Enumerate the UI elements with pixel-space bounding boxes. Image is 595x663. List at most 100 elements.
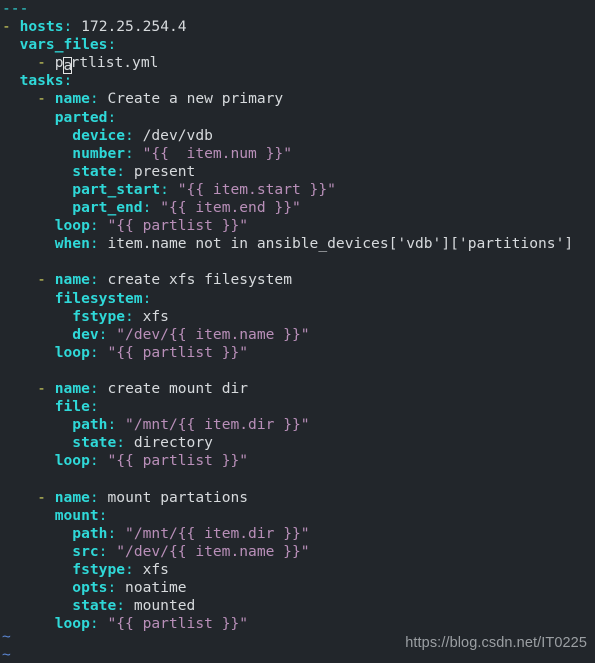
code-line[interactable]: - hosts: 172.25.254.4 xyxy=(0,18,595,36)
yaml-key: state xyxy=(72,434,117,452)
yaml-key: part_start xyxy=(72,180,161,198)
code-line[interactable]: state: mounted xyxy=(0,597,595,615)
yaml-colon: : xyxy=(98,325,108,343)
yaml-list-dash: - xyxy=(37,379,46,397)
yaml-key: loop xyxy=(54,343,90,361)
code-line[interactable]: fstype: xfs xyxy=(0,561,595,579)
yaml-key: name xyxy=(54,90,90,108)
code-line[interactable]: loop: "{{ partlist }}" xyxy=(0,615,595,633)
yaml-colon: : xyxy=(98,506,108,524)
yaml-key: when xyxy=(54,235,90,253)
yaml-key: hosts xyxy=(19,18,64,36)
code-line[interactable]: mount: xyxy=(0,507,595,525)
yaml-colon: : xyxy=(98,542,108,560)
yaml-colon: : xyxy=(89,379,99,397)
code-line[interactable]: loop: "{{ partlist }}" xyxy=(0,217,595,235)
code-line[interactable] xyxy=(0,253,595,271)
yaml-key: loop xyxy=(54,452,90,470)
code-line[interactable]: - name: create mount dir xyxy=(0,380,595,398)
yaml-string-value: "{{ item.start }}" xyxy=(177,180,336,198)
code-line[interactable]: state: present xyxy=(0,163,595,181)
yaml-colon: : xyxy=(107,416,117,434)
yaml-scalar-value-rest: rtlist.yml xyxy=(70,54,159,72)
code-line[interactable]: when: item.name not in ansible_devices['… xyxy=(0,235,595,253)
code-line[interactable]: - name: create xfs filesystem xyxy=(0,271,595,289)
yaml-colon: : xyxy=(63,72,73,90)
yaml-colon: : xyxy=(125,307,134,325)
yaml-scalar-value: noatime xyxy=(125,579,187,596)
yaml-key: file xyxy=(54,398,90,416)
code-line[interactable]: state: directory xyxy=(0,434,595,452)
yaml-string-value: "{{ partlist }}" xyxy=(107,615,249,633)
code-line[interactable]: - name: Create a new primary xyxy=(0,90,595,108)
yaml-colon: : xyxy=(125,560,134,578)
yaml-colon: : xyxy=(89,615,99,633)
yaml-key: path xyxy=(72,524,108,542)
yaml-string-value: "{{ partlist }}" xyxy=(107,343,249,361)
code-line[interactable] xyxy=(0,470,595,488)
yaml-colon: : xyxy=(116,597,126,615)
code-line[interactable]: src: "/dev/{{ item.name }}" xyxy=(0,543,595,561)
yaml-colon: : xyxy=(116,162,126,180)
yaml-key: opts xyxy=(72,579,108,596)
yaml-scalar-value: 172.25.254.4 xyxy=(81,18,187,36)
yaml-colon: : xyxy=(89,217,99,235)
code-line[interactable]: part_start: "{{ item.start }}" xyxy=(0,181,595,199)
yaml-scalar-value: item.name not in ansible_devices['vdb'][… xyxy=(107,235,574,253)
yaml-key: state xyxy=(72,162,117,180)
yaml-scalar-value: mounted xyxy=(133,597,196,615)
yaml-string-value: "/mnt/{{ item.dir }}" xyxy=(125,524,310,542)
yaml-colon: : xyxy=(107,108,117,126)
code-line[interactable]: --- xyxy=(0,0,595,18)
tilde-marker: ~ xyxy=(2,646,11,663)
yaml-colon: : xyxy=(160,180,169,198)
code-buffer[interactable]: --- - hosts: 172.25.254.4 vars_files: - p… xyxy=(0,0,595,633)
yaml-scalar-value: xfs xyxy=(142,560,169,578)
yaml-colon: : xyxy=(89,398,99,416)
yaml-colon: : xyxy=(107,36,117,54)
code-line[interactable]: loop: "{{ partlist }}" xyxy=(0,452,595,470)
code-line[interactable]: filesystem: xyxy=(0,290,595,308)
code-line[interactable]: device: /dev/vdb xyxy=(0,127,595,145)
vim-editor-window[interactable]: --- - hosts: 172.25.254.4 vars_files: - p… xyxy=(0,0,595,663)
yaml-scalar-value: create xfs filesystem xyxy=(107,271,293,289)
yaml-key: parted xyxy=(54,108,108,126)
code-line[interactable]: - name: mount partations xyxy=(0,489,595,507)
code-line[interactable]: path: "/mnt/{{ item.dir }}" xyxy=(0,416,595,434)
code-line[interactable]: fstype: xfs xyxy=(0,308,595,326)
code-line[interactable]: tasks: xyxy=(0,72,595,90)
yaml-colon: : xyxy=(89,271,99,289)
yaml-key: name xyxy=(54,271,90,289)
yaml-key: tasks xyxy=(19,72,64,90)
yaml-scalar-value: present xyxy=(133,162,196,180)
code-line[interactable]: - partlist.yml xyxy=(0,54,595,75)
code-line[interactable]: path: "/mnt/{{ item.dir }}" xyxy=(0,525,595,543)
code-line[interactable]: loop: "{{ partlist }}" xyxy=(0,344,595,362)
yaml-key: name xyxy=(54,379,90,397)
yaml-string-value: "/mnt/{{ item.dir }}" xyxy=(125,416,310,434)
yaml-key: fstype xyxy=(72,560,126,578)
yaml-key: src xyxy=(72,542,99,560)
yaml-scalar-value: directory xyxy=(133,434,213,452)
yaml-scalar-value: create mount dir xyxy=(107,379,249,397)
yaml-string-value: "/dev/{{ item.name }}" xyxy=(116,542,310,560)
yaml-key: dev xyxy=(72,325,99,343)
code-line[interactable]: number: "{{ item.num }}" xyxy=(0,145,595,163)
yaml-scalar-value: Create a new primary xyxy=(107,90,284,108)
yaml-scalar-value: xfs xyxy=(142,307,169,325)
yaml-colon: : xyxy=(89,90,99,108)
yaml-string-value: "{{ partlist }}" xyxy=(107,452,249,470)
code-line[interactable]: dev: "/dev/{{ item.name }}" xyxy=(0,326,595,344)
code-line[interactable] xyxy=(0,362,595,380)
yaml-colon: : xyxy=(125,126,134,144)
code-line[interactable]: vars_files: xyxy=(0,36,595,54)
code-line[interactable]: opts: noatime xyxy=(0,579,595,597)
yaml-colon: : xyxy=(63,18,73,36)
code-line[interactable]: file: xyxy=(0,398,595,416)
yaml-key: path xyxy=(72,416,108,434)
yaml-key: number xyxy=(72,144,126,162)
code-line[interactable]: part_end: "{{ item.end }}" xyxy=(0,199,595,217)
code-line[interactable]: parted: xyxy=(0,109,595,127)
yaml-key: loop xyxy=(54,615,90,633)
yaml-colon: : xyxy=(142,199,152,217)
